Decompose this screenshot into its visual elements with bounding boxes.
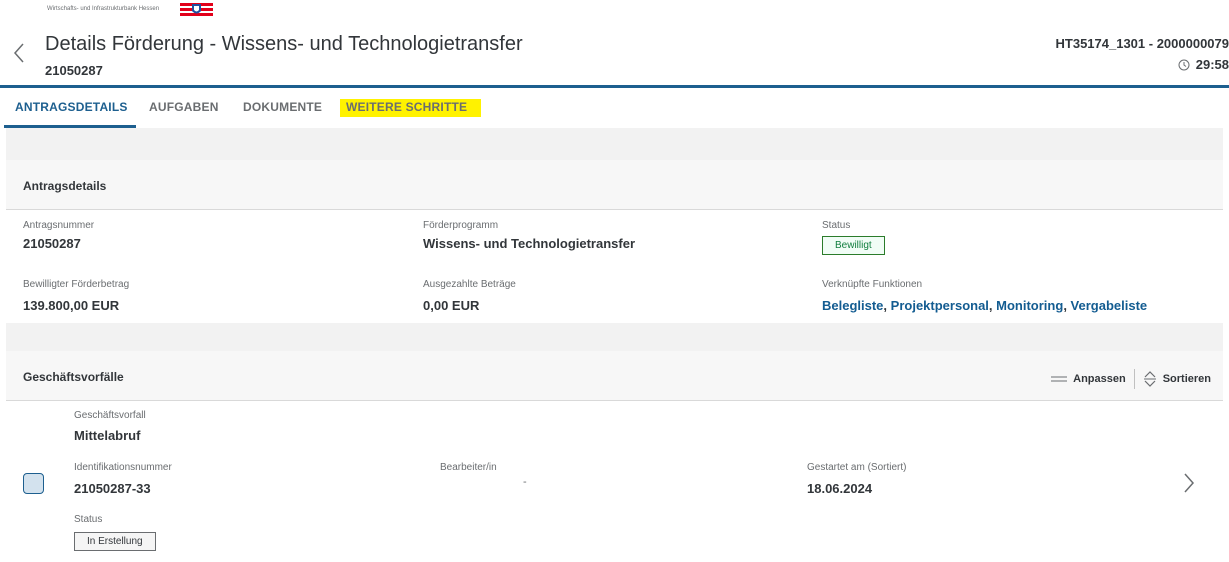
sortieren-button[interactable]: Sortieren [1143,371,1211,387]
toolbar-divider [1133,369,1135,389]
funktionen-label: Verknüpfte Funktionen [822,279,923,290]
sortieren-label: Sortieren [1162,373,1211,385]
chevron-left-icon[interactable] [12,42,26,64]
anpassen-button[interactable]: Anpassen [1051,373,1126,385]
bearbeiter-label: Bearbeiter/in [440,462,497,473]
bewilligt-label: Bewilligter Förderbetrag [23,279,130,290]
spacer-band [6,128,1223,160]
gestartet-label: Gestartet am (Sortiert) [807,462,907,473]
tab-bar: ANTRAGSDETAILS AUFGABEN DOKUMENTE WEITER… [0,88,1229,128]
section-title-antragsdetails: Antragsdetails [23,179,107,193]
gestartet-value: 18.06.2024 [807,481,873,496]
app-header: Wirtschafts- und Infrastrukturbank Hesse… [0,0,1229,86]
section-title-geschaeftsvorfaelle: Geschäftsvorfälle [23,370,124,384]
reference-number: HT35174_1301 - 2000000079 [1055,36,1229,51]
tab-weitere-schritte[interactable]: WEITERE SCHRITTE [340,99,482,117]
foerderprogramm-label: Förderprogramm [423,220,499,231]
session-timer: 29:58 [1178,57,1229,72]
page-subtitle-id: 21050287 [45,63,103,78]
vorfall-value: Mittelabruf [74,428,141,443]
chevron-right-icon[interactable] [1182,472,1196,494]
identifikationsnummer-value: 21050287-33 [74,481,151,496]
ausgezahlt-label: Ausgezahlte Beträge [423,279,516,290]
antragsnummer-value: 21050287 [23,236,81,251]
link-separator: , [1063,298,1071,313]
spacer-band [6,323,1223,351]
identifikationsnummer-label: Identifikationsnummer [74,462,172,473]
item-status-label: Status [74,514,103,525]
link-projektpersonal[interactable]: Projektpersonal [891,298,989,313]
antragsdetails-header: Antragsdetails [6,160,1223,210]
link-monitoring[interactable]: Monitoring [996,298,1063,313]
ausgezahlt-value: 0,00 EUR [423,298,480,313]
foerderprogramm-value: Wissens- und Technologietransfer [423,236,636,251]
tab-weitere-schritte-label: WEITERE SCHRITTE [340,99,482,117]
bewilligt-value: 139.800,00 EUR [23,298,120,313]
clock-icon [1178,59,1190,70]
antragsnummer-label: Antragsnummer [23,220,95,231]
link-vergabeliste[interactable]: Vergabeliste [1071,298,1148,313]
timer-value: 29:58 [1195,57,1229,72]
tab-aufgaben[interactable]: AUFGABEN [149,100,219,114]
status-badge: Bewilligt [822,236,885,255]
tab-antragsdetails[interactable]: ANTRAGSDETAILS [15,100,128,114]
tab-dokumente[interactable]: DOKUMENTE [243,100,322,114]
geschaeftsvorfaelle-header: Geschäftsvorfälle Anpassen Sortieren [6,351,1223,401]
item-status-badge: In Erstellung [74,532,156,551]
status-label: Status [822,220,851,231]
anpassen-label: Anpassen [1073,373,1126,385]
funktionen-links: Belegliste, Projektpersonal, Monitoring,… [822,298,1147,313]
hessen-logo-icon [180,3,213,16]
bearbeiter-value: - [523,476,527,488]
table-toolbar: Anpassen Sortieren [1051,369,1211,389]
link-belegliste[interactable]: Belegliste [822,298,883,313]
page-title: Details Förderung - Wissens- und Technol… [45,33,523,55]
sort-icon [1143,371,1156,387]
bank-logo-text: Wirtschafts- und Infrastrukturbank Hesse… [47,6,160,12]
vorfall-label: Geschäftsvorfall [74,410,146,421]
settings-lines-icon [1051,376,1068,382]
link-separator: , [883,298,891,313]
row-select-checkbox[interactable] [23,473,44,494]
